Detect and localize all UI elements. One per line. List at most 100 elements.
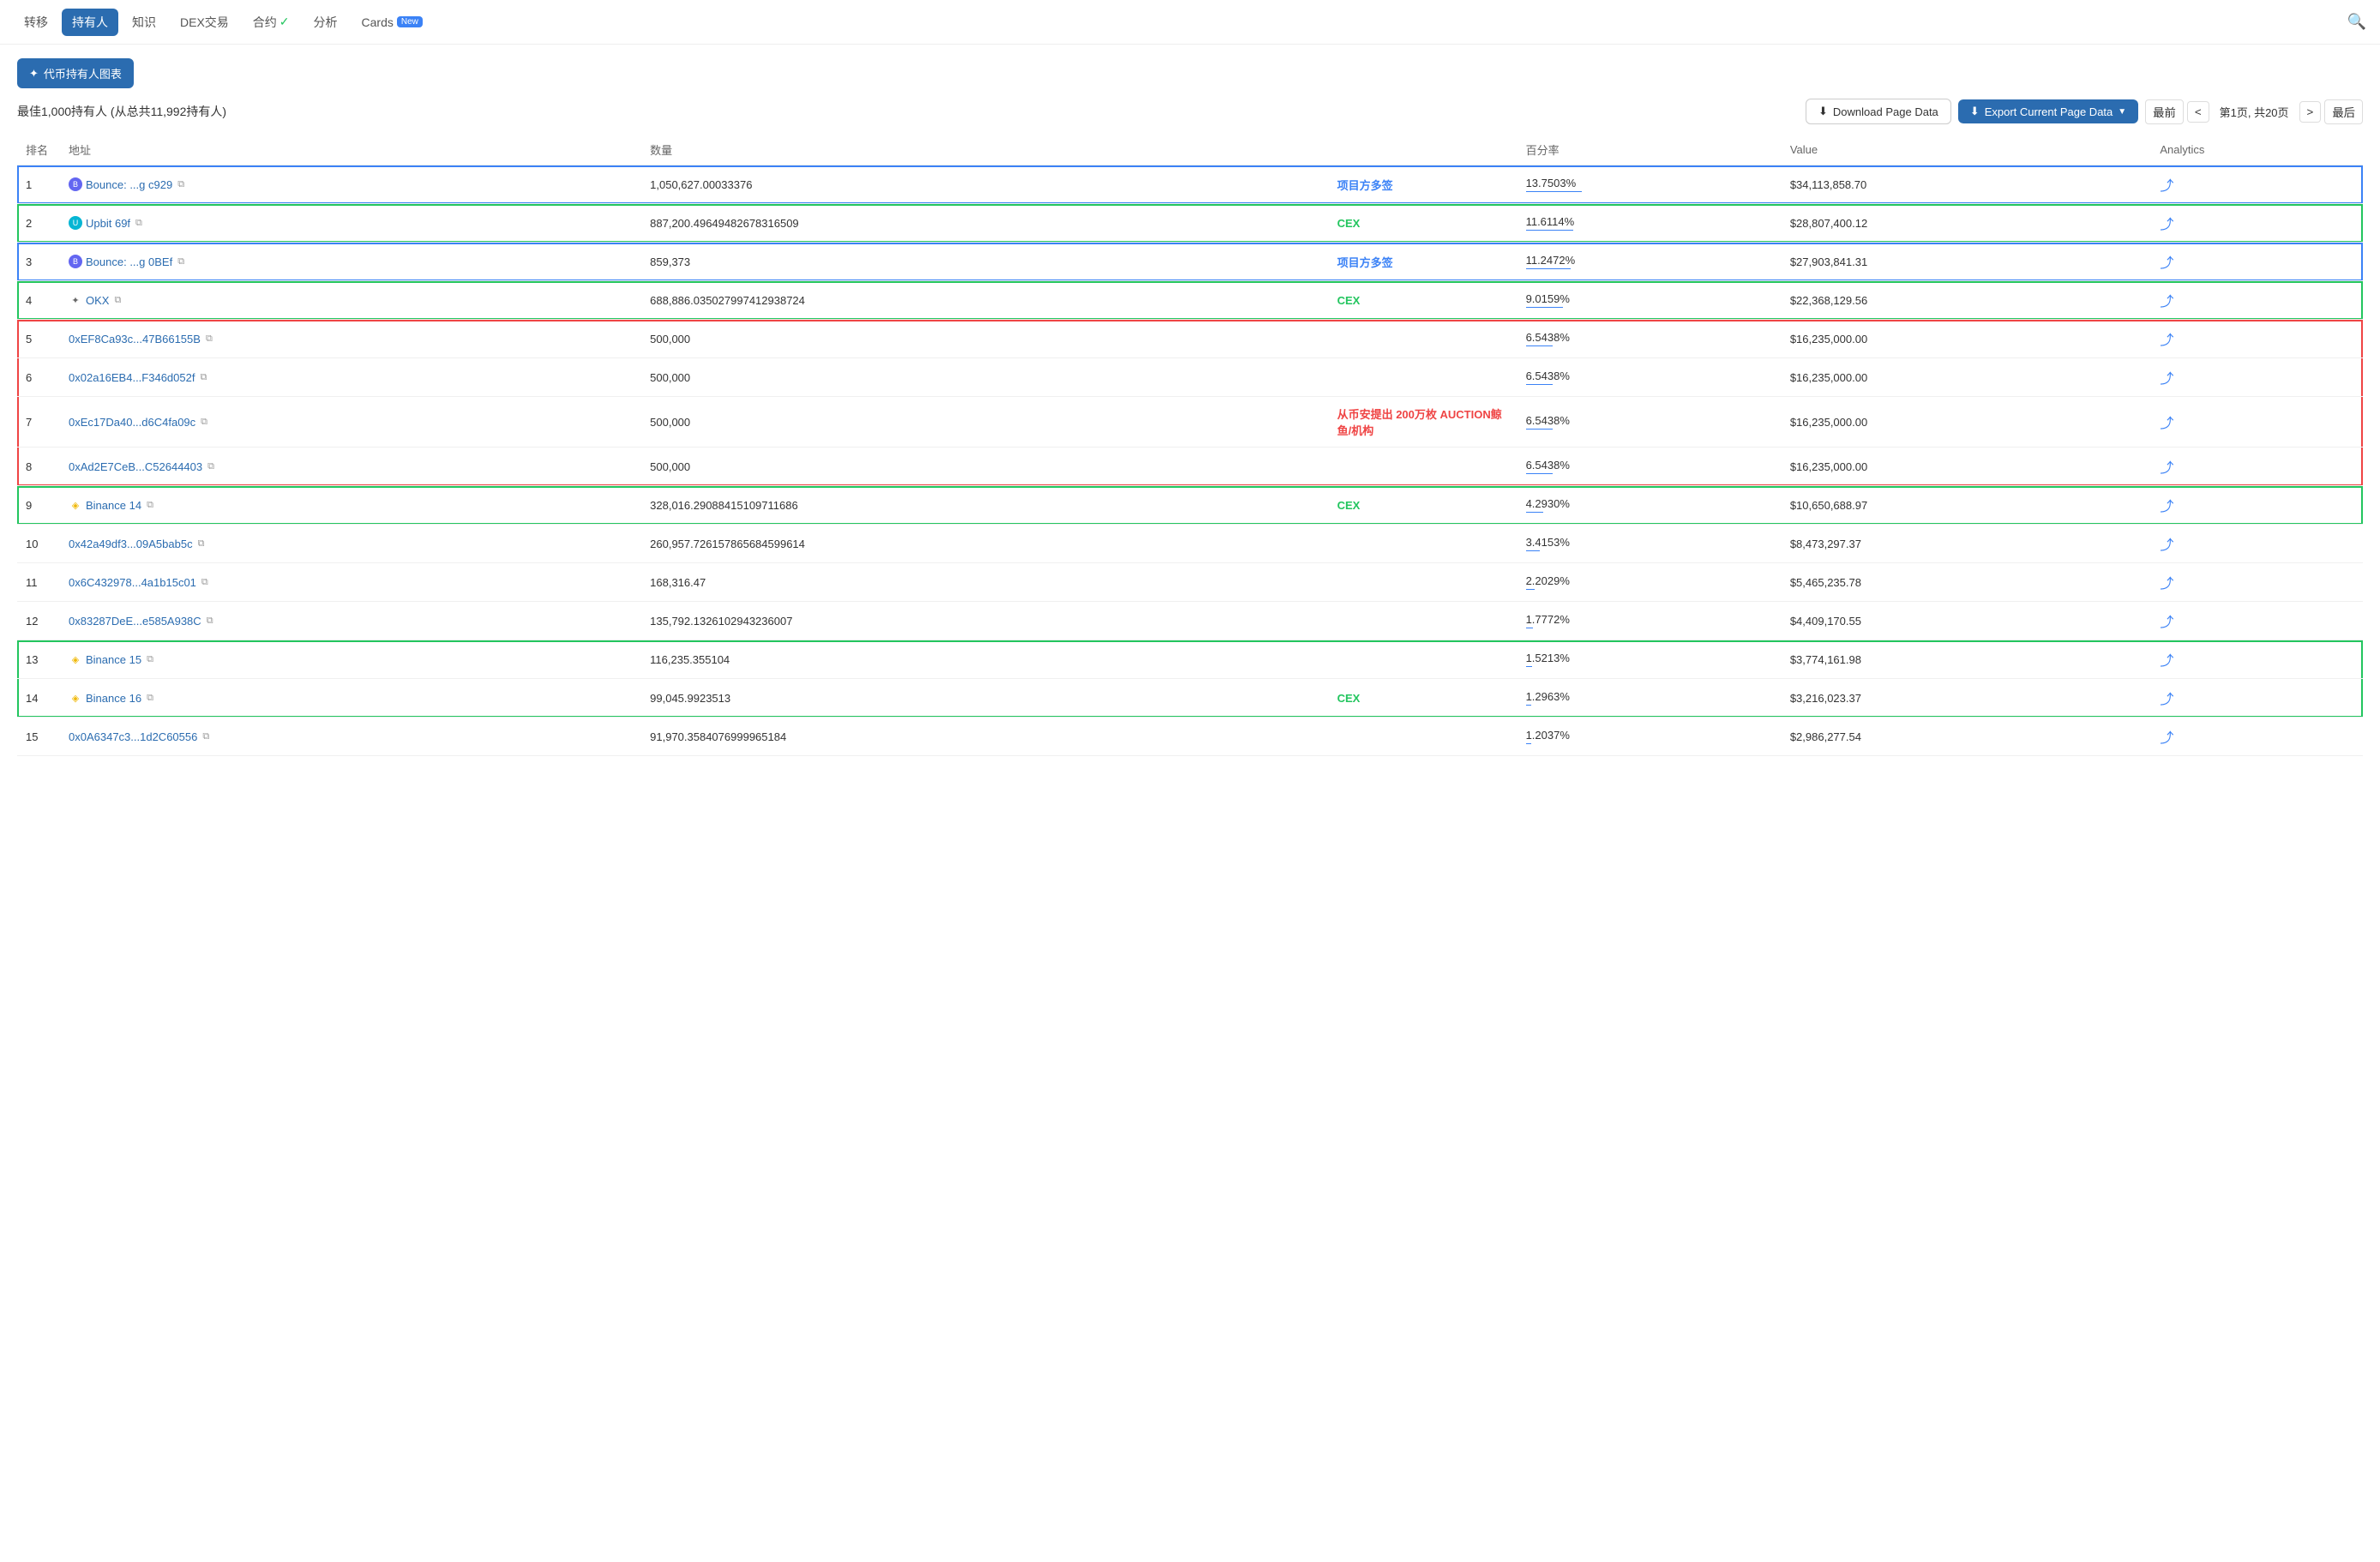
copy-icon[interactable]: ⧉ [206, 333, 213, 345]
address-link[interactable]: Bounce: ...g c929 [86, 178, 172, 191]
table-row: 2 U Upbit 69f ⧉ 887,200.4964948267831650… [17, 204, 2363, 243]
value-cell: $8,473,297.37 [1782, 525, 2152, 563]
export-icon: ⬇ [1970, 105, 1980, 118]
address-link[interactable]: 0x6C432978...4a1b15c01 [69, 576, 196, 589]
table-row: 9 ◈ Binance 14 ⧉ 328,016.290884151097116… [17, 486, 2363, 525]
first-page-button[interactable]: 最前 [2145, 99, 2184, 124]
pct-bar [1526, 384, 1553, 386]
analytics-icon[interactable]: ⤴ [2160, 616, 2173, 630]
copy-icon[interactable]: ⧉ [135, 218, 142, 229]
address-link[interactable]: 0x42a49df3...09A5bab5c [69, 538, 193, 550]
address-cell: U Upbit 69f ⧉ [60, 204, 641, 243]
download-button[interactable]: ⬇ Download Page Data [1806, 99, 1951, 124]
address-link[interactable]: 0xEF8Ca93c...47B66155B [69, 333, 201, 345]
percentage-cell: 13.7503% [1518, 165, 1782, 204]
table-row: 8 0xAd2E7CeB...C52644403 ⧉ 500,000 6.543… [17, 448, 2363, 486]
nav-item-contract[interactable]: 合约 ✓ [243, 9, 300, 36]
nav-item-dex[interactable]: DEX交易 [170, 9, 239, 36]
address-link[interactable]: 0xAd2E7CeB...C52644403 [69, 460, 202, 473]
nav-item-analysis[interactable]: 分析 [304, 9, 348, 36]
export-dropdown-arrow: ▼ [2118, 107, 2126, 117]
analytics-icon[interactable]: ⤴ [2160, 577, 2173, 592]
group-label: 从币安提出 200万枚 AUCTION鲸鱼/机构 [1337, 408, 1502, 437]
address-cell: ◈ Binance 16 ⧉ [60, 679, 641, 718]
quantity-cell: 1,050,627.00033376 [641, 165, 1328, 204]
group-label: CEX [1337, 217, 1361, 230]
prev-page-button[interactable]: < [2187, 101, 2209, 123]
address-link[interactable]: Binance 16 [86, 692, 141, 705]
address-link[interactable]: 0x83287DeE...e585A938C [69, 615, 201, 628]
analytics-icon[interactable]: ⤴ [2160, 693, 2173, 707]
copy-icon[interactable]: ⧉ [147, 654, 153, 665]
analytics-icon[interactable]: ⤴ [2160, 256, 2173, 271]
table-body: 1 B Bounce: ...g c929 ⧉ 1,050,627.000333… [17, 165, 2363, 756]
quantity-cell: 500,000 [641, 358, 1328, 397]
main-content: ✦ 代币持有人图表 最佳1,000持有人 (从总共11,992持有人) ⬇ Do… [0, 45, 2380, 770]
address-cell: ◈ Binance 14 ⧉ [60, 486, 641, 525]
analytics-cell: ⤴ [2151, 281, 2363, 320]
chart-button[interactable]: ✦ 代币持有人图表 [17, 58, 134, 88]
copy-icon[interactable]: ⧉ [177, 256, 184, 267]
pct-bar [1526, 589, 1535, 591]
quantity-cell: 116,235.355104 [641, 640, 1328, 679]
analytics-cell: ⤴ [2151, 486, 2363, 525]
analytics-icon[interactable]: ⤴ [2160, 461, 2173, 476]
address-link[interactable]: OKX [86, 294, 109, 307]
percentage-cell: 6.5438% [1518, 358, 1782, 397]
nav-item-holders[interactable]: 持有人 [62, 9, 118, 36]
copy-icon[interactable]: ⧉ [207, 461, 214, 472]
address-link[interactable]: Binance 14 [86, 499, 141, 512]
analytics-icon[interactable]: ⤴ [2160, 500, 2173, 514]
nav-item-cards[interactable]: Cards New [352, 10, 433, 34]
toolbar: ✦ 代币持有人图表 [17, 58, 2363, 88]
address-link[interactable]: Binance 15 [86, 653, 141, 666]
nav-item-knowledge[interactable]: 知识 [122, 9, 166, 36]
address-link[interactable]: 0x0A6347c3...1d2C60556 [69, 730, 197, 743]
search-icon[interactable]: 🔍 [2347, 13, 2366, 31]
percentage-cell: 6.5438% [1518, 448, 1782, 486]
next-page-button[interactable]: > [2299, 101, 2322, 123]
navigation: 转移 持有人 知识 DEX交易 合约 ✓ 分析 Cards New 🔍 [0, 0, 2380, 45]
analytics-icon[interactable]: ⤴ [2160, 295, 2173, 309]
pct-value: 13.7503% [1526, 177, 1773, 189]
rank-cell: 9 [17, 486, 60, 525]
pct-value: 11.2472% [1526, 254, 1773, 267]
analytics-cell: ⤴ [2151, 204, 2363, 243]
copy-icon[interactable]: ⧉ [147, 693, 153, 704]
export-label: Export Current Page Data [1985, 105, 2113, 118]
value-cell: $3,216,023.37 [1782, 679, 2152, 718]
address-link[interactable]: Bounce: ...g 0BEf [86, 255, 172, 268]
copy-icon[interactable]: ⧉ [198, 538, 205, 550]
copy-icon[interactable]: ⧉ [201, 417, 207, 428]
copy-icon[interactable]: ⧉ [147, 500, 153, 511]
pct-value: 1.2963% [1526, 690, 1773, 703]
copy-icon[interactable]: ⧉ [200, 372, 207, 383]
analytics-icon[interactable]: ⤴ [2160, 179, 2173, 194]
pct-bar [1526, 705, 1531, 706]
pagination: 最前 < 第1页, 共20页 > 最后 [2145, 99, 2363, 124]
pct-bar [1526, 550, 1540, 552]
copy-icon[interactable]: ⧉ [177, 179, 184, 190]
copy-icon[interactable]: ⧉ [201, 577, 208, 588]
label-cell [1329, 358, 1518, 397]
analytics-icon[interactable]: ⤴ [2160, 731, 2173, 746]
nav-item-transfer[interactable]: 转移 [14, 9, 58, 36]
value-cell: $22,368,129.56 [1782, 281, 2152, 320]
address-link[interactable]: Upbit 69f [86, 217, 130, 230]
analytics-icon[interactable]: ⤴ [2160, 417, 2173, 431]
analytics-icon[interactable]: ⤴ [2160, 218, 2173, 232]
analytics-cell: ⤴ [2151, 320, 2363, 358]
copy-icon[interactable]: ⧉ [207, 616, 213, 627]
analytics-icon[interactable]: ⤴ [2160, 333, 2173, 348]
label-cell: CEX [1329, 486, 1518, 525]
last-page-button[interactable]: 最后 [2324, 99, 2363, 124]
copy-icon[interactable]: ⧉ [114, 295, 121, 306]
copy-icon[interactable]: ⧉ [202, 731, 209, 742]
address-link[interactable]: 0xEc17Da40...d6C4fa09c [69, 416, 195, 429]
address-link[interactable]: 0x02a16EB4...F346d052f [69, 371, 195, 384]
analytics-icon[interactable]: ⤴ [2160, 538, 2173, 553]
export-button[interactable]: ⬇ Export Current Page Data ▼ [1958, 99, 2138, 123]
analytics-icon[interactable]: ⤴ [2160, 654, 2173, 669]
pct-value: 3.4153% [1526, 536, 1773, 549]
analytics-icon[interactable]: ⤴ [2160, 372, 2173, 387]
